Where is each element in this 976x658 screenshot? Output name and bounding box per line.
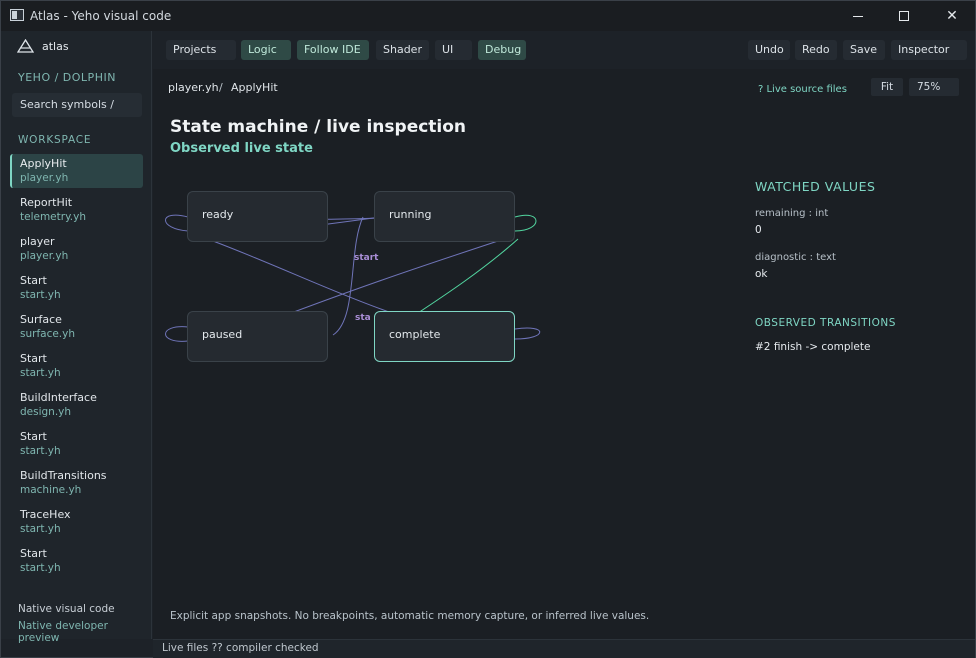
close-button[interactable]: ✕ [929, 1, 975, 31]
tab-shader[interactable]: Shader [376, 40, 429, 60]
sidebar-footer-subtitle: Native developer preview [18, 620, 108, 644]
sidebar-item-start[interactable]: Start start.yh [10, 544, 143, 583]
sidebar-item-label: BuildInterface [20, 391, 97, 404]
inspector-button[interactable]: Inspector [891, 40, 967, 60]
sidebar-item-file: player.yh [20, 172, 69, 184]
watched-name-diagnostic: diagnostic : text [755, 252, 836, 263]
symbol-search-input[interactable]: Search symbols / [12, 93, 142, 117]
toolbar: Projects Logic Follow IDE Shader UI Debu… [153, 31, 975, 69]
sidebar: atlas YEHO / DOLPHIN Search symbols / WO… [1, 31, 152, 644]
loop-ready [165, 214, 189, 232]
loop-paused [165, 326, 189, 342]
tab-ui[interactable]: UI [435, 40, 472, 60]
breadcrumb-symbol[interactable]: ApplyHit [231, 81, 278, 94]
sidebar-item-buildtransitions[interactable]: BuildTransitions machine.yh [10, 466, 143, 505]
page-subtitle: Observed live state [170, 141, 313, 156]
watched-value-remaining: 0 [755, 224, 762, 236]
watched-value-diagnostic: ok [755, 268, 768, 280]
watched-name-remaining: remaining : int [755, 208, 829, 219]
snapshot-footnote: Explicit app snapshots. No breakpoints, … [170, 610, 650, 622]
sidebar-item-reporthit[interactable]: ReportHit telemetry.yh [10, 193, 143, 232]
breadcrumb-separator: / [219, 81, 223, 94]
observed-transition-item[interactable]: #2 finish -> complete [755, 341, 870, 353]
breadcrumb-file[interactable]: player.yh [168, 81, 219, 94]
atlas-logo-icon [17, 39, 34, 53]
watched-values-heading: WATCHED VALUES [755, 179, 876, 194]
maximize-icon [899, 11, 909, 21]
app-window: Atlas - Yeho visual code ✕ atlas YEHO / … [0, 0, 976, 658]
brand[interactable]: atlas [17, 39, 69, 53]
tab-debug[interactable]: Debug [478, 40, 526, 60]
sidebar-item-file: player.yh [20, 250, 69, 262]
sidebar-item-file: start.yh [20, 367, 61, 379]
sidebar-item-tracehex[interactable]: TraceHex start.yh [10, 505, 143, 544]
save-button[interactable]: Save [843, 40, 885, 60]
sidebar-item-buildinterface[interactable]: BuildInterface design.yh [10, 388, 143, 427]
state-node-complete[interactable]: complete [374, 311, 515, 362]
minimize-button[interactable] [835, 1, 881, 31]
status-bar: Live files ?? compiler checked [153, 639, 975, 658]
main-panel: player.yh / ApplyHit ? Live source files… [153, 69, 975, 639]
maximize-button[interactable] [881, 1, 927, 31]
sidebar-item-label: player [20, 235, 55, 248]
tab-logic[interactable]: Logic [241, 40, 291, 60]
zoom-select[interactable]: 75% [909, 78, 959, 96]
observed-transitions-heading: OBSERVED TRANSITIONS [755, 317, 896, 329]
sidebar-item-label: ApplyHit [20, 157, 67, 170]
sidebar-item-label: Surface [20, 313, 62, 326]
app-icon [10, 9, 24, 21]
symbol-list: ApplyHit player.yh ReportHit telemetry.yh pl… [10, 154, 143, 583]
sidebar-item-label: ReportHit [20, 196, 73, 209]
sidebar-item-start[interactable]: Start start.yh [10, 427, 143, 466]
sidebar-item-start[interactable]: Start start.yh [10, 349, 143, 388]
title-bar: Atlas - Yeho visual code ✕ [1, 1, 975, 31]
sidebar-item-label: Start [20, 547, 47, 560]
sidebar-item-file: telemetry.yh [20, 211, 86, 223]
state-node-paused[interactable]: paused [187, 311, 328, 362]
close-icon: ✕ [946, 8, 958, 24]
edge-label-start: start [354, 253, 379, 263]
workspace-heading: WORKSPACE [18, 134, 92, 146]
sidebar-item-file: start.yh [20, 523, 61, 535]
window-title: Atlas - Yeho visual code [30, 9, 172, 23]
sidebar-footer-title: Native visual code [18, 603, 115, 615]
loop-complete [514, 327, 541, 340]
sidebar-item-label: BuildTransitions [20, 469, 107, 482]
undo-button[interactable]: Undo [748, 40, 790, 60]
sidebar-item-file: machine.yh [20, 484, 82, 496]
sidebar-item-label: Start [20, 430, 47, 443]
tab-follow-ide[interactable]: Follow IDE [297, 40, 369, 60]
loop-running [514, 214, 537, 232]
state-node-ready[interactable]: ready [187, 191, 328, 242]
sidebar-item-label: Start [20, 352, 47, 365]
minimize-icon [853, 15, 863, 17]
sidebar-item-file: design.yh [20, 406, 72, 418]
project-breadcrumb[interactable]: YEHO / DOLPHIN [18, 71, 116, 84]
brand-name: atlas [42, 39, 69, 53]
sidebar-item-file: surface.yh [20, 328, 76, 340]
sidebar-item-label: TraceHex [20, 508, 71, 521]
sidebar-item-label: Start [20, 274, 47, 287]
redo-button[interactable]: Redo [795, 40, 837, 60]
tab-projects[interactable]: Projects [166, 40, 236, 60]
sidebar-item-player[interactable]: player player.yh [10, 232, 143, 271]
state-graph: ready running paused complete start star… [153, 169, 753, 389]
sidebar-item-file: start.yh [20, 445, 61, 457]
sidebar-item-file: start.yh [20, 289, 61, 301]
fit-button[interactable]: Fit [871, 78, 903, 96]
sidebar-item-file: start.yh [20, 562, 61, 574]
state-node-running[interactable]: running [374, 191, 515, 242]
edge-label-start-2: start [355, 313, 370, 323]
sidebar-item-surface[interactable]: Surface surface.yh [10, 310, 143, 349]
page-title: State machine / live inspection [170, 117, 467, 137]
sidebar-item-start[interactable]: Start start.yh [10, 271, 143, 310]
sidebar-item-applyhit[interactable]: ApplyHit player.yh [10, 154, 143, 188]
live-source-files-link[interactable]: ? Live source files [758, 84, 847, 95]
